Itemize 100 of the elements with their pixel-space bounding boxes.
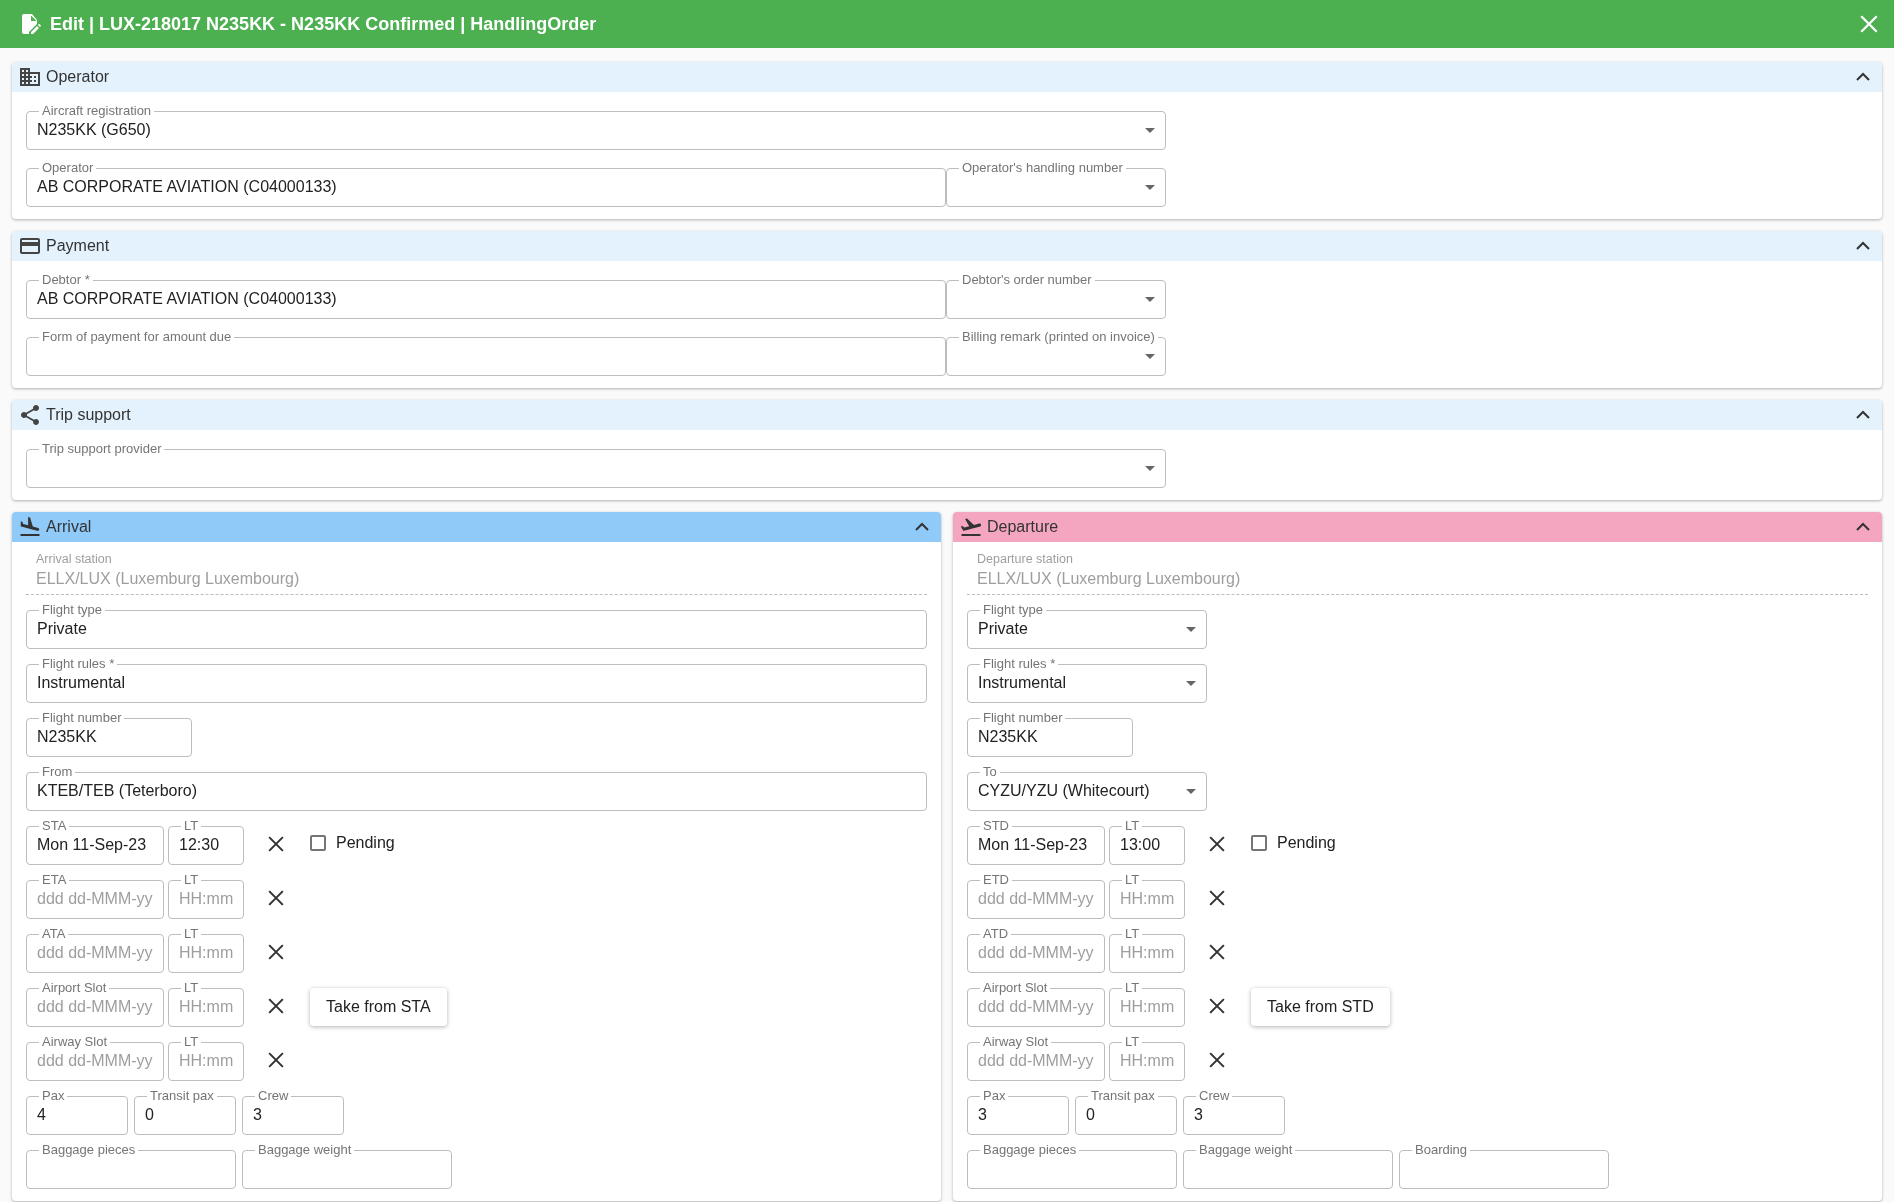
field-label: LT	[183, 1035, 200, 1049]
input-field[interactable]: Flight number N235KK	[26, 711, 192, 757]
caret-icon	[1145, 296, 1155, 302]
input-field[interactable]: STD Mon 11-Sep-23	[967, 819, 1105, 865]
clear-icon[interactable]	[268, 998, 284, 1014]
input-field[interactable]: From KTEB/TEB (Teterboro)	[26, 765, 927, 811]
plane-landing-icon	[18, 515, 42, 539]
input-field[interactable]: LT 12:30	[168, 819, 244, 865]
input-field[interactable]: Boarding	[1399, 1143, 1609, 1189]
field-label: LT	[1124, 981, 1141, 995]
input-field[interactable]: Flight rules * Instrumental	[26, 657, 927, 703]
section-header[interactable]: Trip support	[12, 400, 1882, 430]
field-label: Boarding	[1414, 1143, 1469, 1157]
input-field[interactable]: Flight type Private	[967, 603, 1207, 649]
field-label: Pax	[41, 1089, 66, 1103]
input-field[interactable]: Crew 3	[1183, 1089, 1285, 1135]
input-field[interactable]: ATD ddd dd-MMM-yy	[967, 927, 1105, 973]
field-label: ETA	[41, 873, 68, 887]
field-label: Trip support provider	[41, 442, 163, 456]
field-label: Operator	[41, 161, 95, 175]
field-label: From	[41, 765, 74, 779]
field-label: Flight type	[41, 603, 103, 617]
input-field[interactable]: Transit pax 0	[1075, 1089, 1177, 1135]
input-field[interactable]: Flight rules * Instrumental	[967, 657, 1207, 703]
input-field[interactable]: ATA ddd dd-MMM-yy	[26, 927, 164, 973]
input-field[interactable]: Airport Slot ddd dd-MMM-yy	[967, 981, 1105, 1027]
pending-checkbox[interactable]: Pending	[310, 834, 395, 852]
input-field[interactable]: Pax 3	[967, 1089, 1069, 1135]
input-field[interactable]: Debtor * AB CORPORATE AVIATION (C04000133)	[26, 273, 946, 319]
field-label: Flight number	[982, 711, 1064, 725]
field-label: LT	[183, 927, 200, 941]
input-field[interactable]: Crew 3	[242, 1089, 344, 1135]
input-field[interactable]: Operator's handling number	[946, 161, 1166, 207]
input-field[interactable]: To CYZU/YZU (Whitecourt)	[967, 765, 1207, 811]
field-label: LT	[1124, 927, 1141, 941]
clear-icon[interactable]	[1209, 998, 1225, 1014]
clear-icon[interactable]	[268, 1052, 284, 1068]
field-label: Transit pax	[1090, 1089, 1156, 1103]
field-label: Crew	[1198, 1089, 1231, 1103]
input-field[interactable]: STA Mon 11-Sep-23	[26, 819, 164, 865]
input-field[interactable]: Billing remark (printed on invoice)	[946, 330, 1166, 376]
clear-icon[interactable]	[268, 890, 284, 906]
take-from-button[interactable]: Take from STA	[310, 988, 447, 1026]
field-label: Transit pax	[149, 1089, 215, 1103]
input-field[interactable]: LT 13:00	[1109, 819, 1185, 865]
clear-icon[interactable]	[1209, 890, 1225, 906]
share-icon	[18, 403, 42, 427]
caret-icon	[1186, 680, 1196, 686]
input-field[interactable]: Flight number N235KK	[967, 711, 1133, 757]
input-field[interactable]: Airport Slot ddd dd-MMM-yy	[26, 981, 164, 1027]
field-label: Baggage weight	[1198, 1143, 1294, 1157]
input-field[interactable]: LT HH:mm	[168, 927, 244, 973]
field-label: Flight type	[982, 603, 1044, 617]
input-field[interactable]: LT HH:mm	[1109, 873, 1185, 919]
section-header[interactable]: Operator	[12, 62, 1882, 92]
input-field[interactable]: LT HH:mm	[168, 981, 244, 1027]
pending-checkbox[interactable]: Pending	[1251, 834, 1336, 852]
field-label: LT	[183, 819, 200, 833]
field-label: Operator's handling number	[961, 161, 1124, 175]
field-label: ATD	[982, 927, 1010, 941]
clear-icon[interactable]	[1209, 836, 1225, 852]
input-field[interactable]: Transit pax 0	[134, 1089, 236, 1135]
section-header[interactable]: Payment	[12, 231, 1882, 261]
input-field[interactable]: Baggage pieces	[26, 1143, 236, 1189]
input-field[interactable]: LT HH:mm	[1109, 981, 1185, 1027]
take-from-button[interactable]: Take from STD	[1251, 988, 1390, 1026]
input-field[interactable]: Aircraft registration N235KK (G650)	[26, 104, 1166, 150]
field-label: LT	[1124, 1035, 1141, 1049]
station-value: ELLX/LUX (Luxemburg Luxembourg)	[977, 570, 1242, 588]
input-field[interactable]: ETD ddd dd-MMM-yy	[967, 873, 1105, 919]
input-field[interactable]: ETA ddd dd-MMM-yy	[26, 873, 164, 919]
input-field[interactable]: LT HH:mm	[1109, 1035, 1185, 1081]
field-label: STD	[982, 819, 1010, 833]
input-field[interactable]: LT HH:mm	[1109, 927, 1185, 973]
input-field[interactable]: Airway Slot ddd dd-MMM-yy	[967, 1035, 1105, 1081]
field-label: LT	[1124, 873, 1141, 887]
input-field[interactable]: Operator AB CORPORATE AVIATION (C04000133)	[26, 161, 946, 207]
input-field[interactable]: Baggage weight	[1183, 1143, 1393, 1189]
clear-icon[interactable]	[1209, 944, 1225, 960]
input-field[interactable]: Trip support provider	[26, 442, 1166, 488]
clear-icon[interactable]	[268, 944, 284, 960]
input-field[interactable]: Debtor's order number	[946, 273, 1166, 319]
input-field[interactable]: Pax 4	[26, 1089, 128, 1135]
section-header[interactable]: Departure	[953, 512, 1882, 542]
window-title: Edit | LUX-218017 N235KK - N235KK Confirmed | HandlingOrder	[50, 13, 598, 35]
input-field[interactable]: LT HH:mm	[168, 1035, 244, 1081]
input-field[interactable]: Baggage pieces	[967, 1143, 1177, 1189]
input-field[interactable]: LT HH:mm	[168, 873, 244, 919]
field-label: LT	[1124, 819, 1141, 833]
field-label: Debtor *	[41, 273, 91, 287]
clear-icon[interactable]	[1209, 1052, 1225, 1068]
field-label: LT	[183, 981, 200, 995]
input-field[interactable]: Flight type Private	[26, 603, 927, 649]
section-header[interactable]: Arrival	[12, 512, 941, 542]
clear-icon[interactable]	[268, 836, 284, 852]
close-icon[interactable]	[1860, 15, 1878, 33]
input-field[interactable]: Airway Slot ddd dd-MMM-yy	[26, 1035, 164, 1081]
field-label: Airport Slot	[982, 981, 1049, 995]
input-field[interactable]: Form of payment for amount due	[26, 330, 946, 376]
input-field[interactable]: Baggage weight	[242, 1143, 452, 1189]
